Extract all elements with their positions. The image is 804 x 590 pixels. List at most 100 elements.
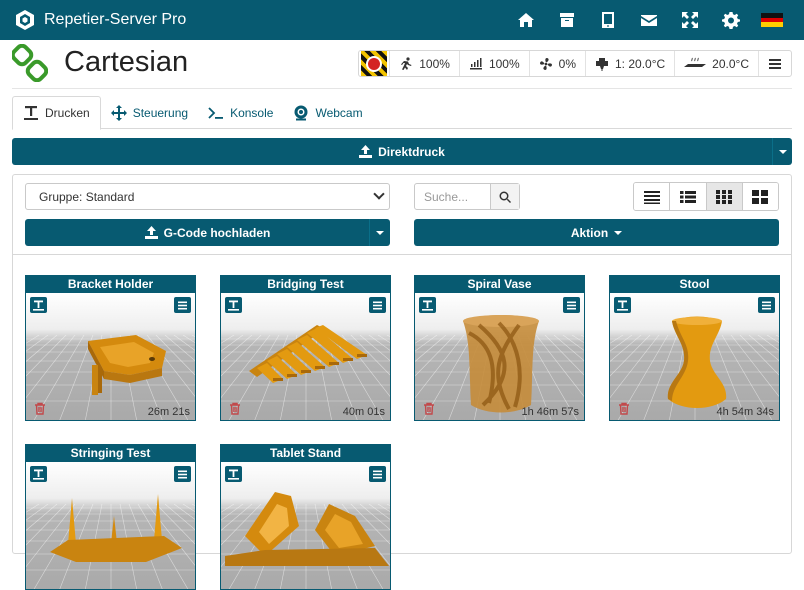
heated-bed-icon bbox=[684, 57, 707, 67]
model-title: Tablet Stand bbox=[221, 445, 390, 462]
action-dropdown-button[interactable]: Aktion bbox=[414, 219, 779, 246]
model-menu-button[interactable] bbox=[563, 297, 580, 313]
model-menu-button[interactable] bbox=[174, 466, 191, 482]
printer-tabs: Drucken Steuerung Konsole Webcam bbox=[12, 96, 792, 130]
brand[interactable]: Repetier-Server Pro bbox=[14, 9, 186, 31]
model-preview: 1h 46m 57s bbox=[415, 293, 584, 420]
model-menu-button[interactable] bbox=[369, 466, 386, 482]
bed-temp: 20.0°C bbox=[712, 56, 749, 71]
model-card[interactable]: Stringing Test bbox=[25, 444, 196, 590]
print-model-button[interactable] bbox=[225, 466, 242, 482]
list-view-button[interactable] bbox=[634, 183, 671, 210]
speed-value: 100% bbox=[419, 56, 450, 71]
search-icon bbox=[499, 191, 511, 203]
print-model-button[interactable] bbox=[225, 297, 242, 313]
caret-down-icon bbox=[376, 230, 384, 235]
delete-model-icon[interactable] bbox=[423, 402, 435, 415]
search-button[interactable] bbox=[490, 184, 519, 209]
model-card[interactable]: Tablet Stand bbox=[220, 444, 391, 590]
model-card[interactable]: Stool 4h 54m 34s bbox=[609, 275, 780, 421]
webcam-icon bbox=[294, 105, 308, 120]
terminal-icon bbox=[208, 106, 224, 119]
model-menu-button[interactable] bbox=[369, 297, 386, 313]
printer-menu-button[interactable] bbox=[759, 51, 791, 76]
model-shape bbox=[88, 335, 166, 395]
flow-icon bbox=[469, 57, 482, 69]
german-flag-icon[interactable] bbox=[754, 0, 790, 40]
model-title: Stool bbox=[610, 276, 779, 293]
delete-model-icon[interactable] bbox=[618, 402, 630, 415]
extruder-status[interactable]: 1: 20.0°C bbox=[586, 51, 676, 76]
print-model-button[interactable] bbox=[30, 466, 47, 482]
model-title: Spiral Vase bbox=[415, 276, 584, 293]
model-preview: 4h 54m 34s bbox=[610, 293, 779, 420]
model-preview: 40m 01s bbox=[221, 293, 390, 420]
small-grid-icon bbox=[716, 189, 733, 204]
upload-dropdown-toggle[interactable] bbox=[369, 219, 390, 246]
model-card[interactable]: Bridging Test 40m 01s bbox=[220, 275, 391, 421]
tab-konsole[interactable]: Konsole bbox=[198, 96, 283, 129]
model-title: Bridging Test bbox=[221, 276, 390, 293]
detail-list-icon bbox=[679, 190, 696, 203]
group-select[interactable]: Gruppe: Standard bbox=[25, 183, 390, 210]
envelope-icon[interactable] bbox=[631, 0, 667, 40]
chain-link-icon bbox=[12, 44, 48, 82]
print-model-button[interactable] bbox=[30, 297, 47, 313]
search-input[interactable] bbox=[415, 184, 490, 209]
model-shape bbox=[249, 325, 367, 383]
expand-icon[interactable] bbox=[672, 0, 708, 40]
speed-status[interactable]: 100% bbox=[390, 51, 460, 76]
tab-drucken[interactable]: Drucken bbox=[12, 96, 101, 130]
tab-label: Webcam bbox=[315, 105, 363, 120]
flow-status[interactable]: 100% bbox=[460, 51, 530, 76]
hamburger-icon bbox=[567, 301, 576, 309]
model-menu-button[interactable] bbox=[758, 297, 775, 313]
chevron-down-icon bbox=[373, 188, 385, 200]
panel-toolbar: Gruppe: Standard G-Code hoch bbox=[13, 175, 791, 255]
gear-icon[interactable] bbox=[713, 0, 749, 40]
upload-gcode-button[interactable]: G-Code hochladen bbox=[25, 219, 390, 246]
bed-status[interactable]: 20.0°C bbox=[675, 51, 759, 76]
view-mode-group bbox=[633, 182, 779, 211]
direct-print-label: Direktdruck bbox=[378, 144, 445, 159]
model-title: Stringing Test bbox=[26, 445, 195, 462]
print-model-button[interactable] bbox=[419, 297, 436, 313]
action-label: Aktion bbox=[570, 225, 609, 240]
emergency-stop-icon bbox=[361, 51, 388, 76]
printer-header: Cartesian 100% 100% 0% 1: 20.0°C 20.0°C bbox=[0, 40, 804, 90]
fan-icon bbox=[539, 57, 552, 70]
print-model-button[interactable] bbox=[614, 297, 631, 313]
tab-webcam[interactable]: Webcam bbox=[283, 96, 372, 129]
tab-label: Konsole bbox=[230, 105, 274, 120]
model-menu-button[interactable] bbox=[174, 297, 191, 313]
hamburger-icon bbox=[373, 470, 382, 478]
model-card[interactable]: Spiral Vase 1h 46m 57s bbox=[414, 275, 585, 421]
model-preview bbox=[221, 462, 390, 589]
home-icon[interactable] bbox=[508, 0, 544, 40]
direct-print-button[interactable]: Direktdruck bbox=[12, 138, 792, 165]
print-icon bbox=[422, 300, 433, 311]
fan-value: 0% bbox=[558, 56, 576, 71]
emergency-stop-button[interactable] bbox=[359, 51, 391, 76]
print-time: 26m 21s bbox=[147, 406, 190, 418]
detail-list-view-button[interactable] bbox=[670, 183, 707, 210]
large-grid-view-button[interactable] bbox=[742, 183, 778, 210]
fan-status[interactable]: 0% bbox=[530, 51, 586, 76]
direct-print-dropdown-toggle[interactable] bbox=[772, 138, 792, 165]
search-box bbox=[414, 183, 520, 210]
extruder-icon bbox=[596, 57, 608, 71]
upload-icon bbox=[359, 145, 373, 158]
print-icon bbox=[24, 106, 38, 120]
delete-model-icon[interactable] bbox=[34, 402, 46, 415]
archive-icon[interactable] bbox=[549, 0, 585, 40]
upload-icon bbox=[144, 226, 158, 239]
caret-down-icon bbox=[614, 230, 623, 235]
small-grid-view-button[interactable] bbox=[706, 183, 743, 210]
tab-steuerung[interactable]: Steuerung bbox=[101, 96, 198, 129]
model-title: Bracket Holder bbox=[26, 276, 195, 293]
tablet-icon[interactable] bbox=[590, 0, 626, 40]
move-arrows-icon bbox=[110, 104, 127, 121]
model-card[interactable]: Bracket Holder 26m 21s bbox=[25, 275, 196, 421]
hamburger-icon bbox=[762, 301, 771, 309]
delete-model-icon[interactable] bbox=[229, 402, 241, 415]
